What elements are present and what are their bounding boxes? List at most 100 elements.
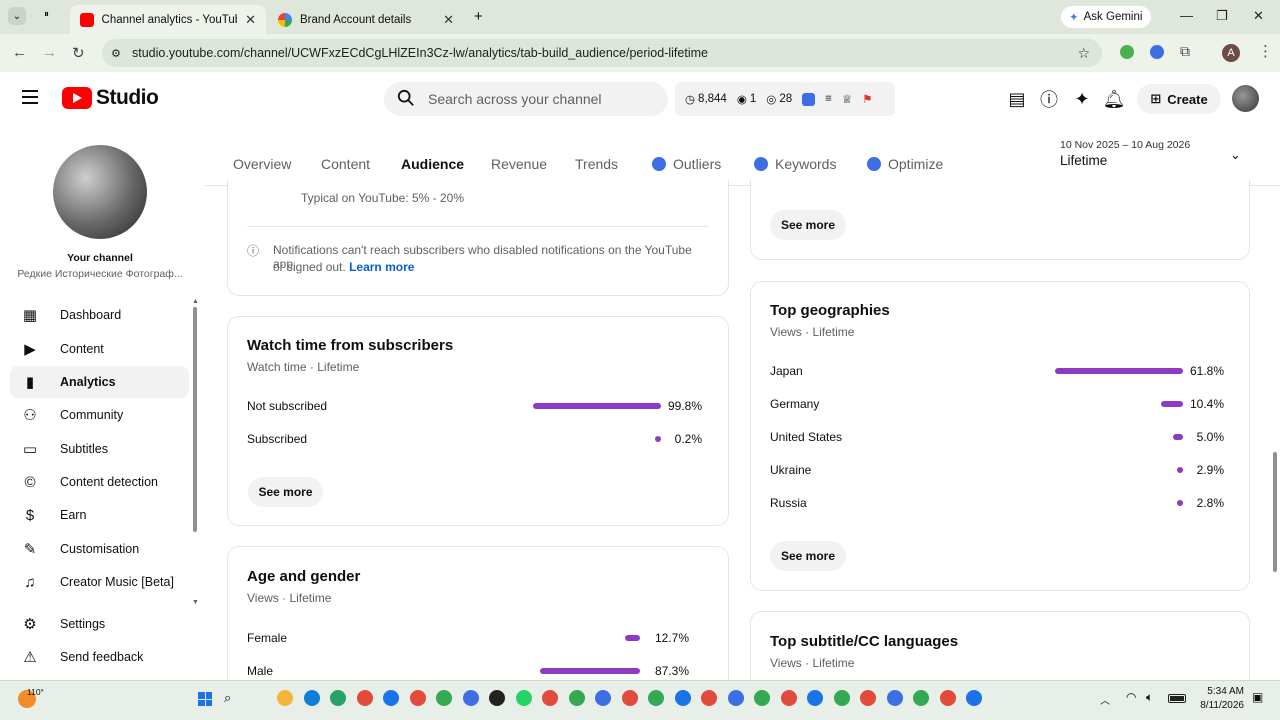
tab-audience[interactable]: Audience (401, 156, 464, 172)
close-tab-icon[interactable]: ✕ (443, 12, 454, 28)
browser-menu-icon[interactable]: ⋮ (1258, 42, 1273, 60)
sidebar-item-creator-music[interactable]: ♫ Creator Music [Beta] (10, 566, 189, 598)
tab-channel-analytics[interactable]: Channel analytics - YouTube Stu ✕ (70, 5, 266, 34)
extensions-puzzle-icon[interactable]: ⧉ (1180, 43, 1190, 60)
taskbar-app-icon[interactable] (409, 690, 426, 706)
maximize-icon[interactable]: ❐ (1216, 8, 1228, 24)
list-icon[interactable]: ≡ (825, 93, 832, 105)
taskbar-app-icon[interactable] (489, 690, 505, 706)
taskbar-app-icon[interactable] (330, 690, 346, 706)
taskbar-app-icon[interactable] (674, 690, 691, 706)
taskbar-app-icon[interactable] (780, 690, 797, 706)
clock-time[interactable]: 5:34 AM (1196, 686, 1244, 697)
reload-icon[interactable]: ↻ (72, 44, 85, 62)
see-more-button[interactable]: See more (770, 210, 846, 240)
close-tab-icon[interactable]: ✕ (245, 12, 256, 28)
tab-brand-account[interactable]: Brand Account details ✕ (268, 5, 464, 34)
taskbar-app-icon[interactable] (939, 690, 956, 706)
taskbar-app-icon[interactable] (621, 690, 638, 706)
pause-icon[interactable]: ⏸ (44, 9, 49, 20)
tab-revenue[interactable]: Revenue (491, 156, 547, 172)
address-bar[interactable]: ⚙ studio.youtube.com/channel/UCWFxzECdCg… (102, 39, 1102, 67)
taskbar-app-icon[interactable] (303, 690, 320, 706)
sidebar-item-community[interactable]: ⚇ Community (10, 399, 189, 431)
tab-list-button[interactable]: ⌄ (8, 7, 26, 25)
sidebar-item-settings[interactable]: ⚙ Settings (10, 608, 189, 640)
sidebar-item-earn[interactable]: $ Earn (10, 499, 189, 531)
sidebar-item-content[interactable]: ▶ Content (10, 333, 189, 365)
account-avatar[interactable] (1232, 85, 1259, 112)
studio-logo[interactable]: Studio (62, 86, 159, 110)
tab-content[interactable]: Content (321, 156, 370, 172)
sidebar-item-dashboard[interactable]: ▦ Dashboard (10, 299, 189, 331)
search-input[interactable]: Search across your channel (384, 82, 668, 116)
sidebar-scrollbar[interactable] (193, 307, 197, 532)
taskbar-app-icon[interactable] (356, 690, 373, 706)
taskbar-app-icon[interactable] (833, 690, 850, 706)
tab-outliers[interactable]: Outliers (652, 156, 721, 172)
extension-globe-icon[interactable] (1120, 45, 1134, 59)
tab-overview[interactable]: Overview (233, 156, 291, 172)
see-more-button[interactable]: See more (770, 541, 846, 571)
taskbar-app-icon[interactable] (383, 690, 399, 706)
taskbar-app-icon[interactable] (966, 690, 982, 706)
sidebar-item-subtitles[interactable]: ▭ Subtitles (10, 433, 189, 465)
scroll-down-icon[interactable]: ▼ (192, 599, 199, 606)
close-window-icon[interactable]: ✕ (1253, 8, 1264, 24)
sidebar-item-send-feedback[interactable]: ⚠ Send feedback (10, 641, 189, 673)
channel-avatar[interactable] (53, 145, 147, 239)
minimize-icon[interactable]: — (1180, 8, 1193, 23)
taskbar-app-icon[interactable] (462, 690, 479, 706)
taskbar-app-icon[interactable] (568, 690, 585, 706)
extension-vidiq-icon[interactable] (1150, 45, 1164, 59)
taskbar-app-icon[interactable] (913, 690, 929, 706)
main-scrollbar[interactable] (1273, 452, 1277, 572)
wifi-icon[interactable]: ◠ (1126, 690, 1136, 704)
realtime-stats-widget[interactable]: ◷ 8,844 ◉ 1 ◎ 28 ≡ ♕ ⚑ (675, 82, 895, 116)
tray-chevron-icon[interactable]: ︿ (1100, 692, 1110, 707)
trophy-icon[interactable]: ♕ (842, 92, 852, 106)
learn-more-link[interactable]: Learn more (349, 260, 414, 274)
ask-gemini-button[interactable]: ✦ Ask Gemini (1061, 6, 1151, 28)
hamburger-menu-icon[interactable] (22, 90, 38, 104)
bookmark-star-icon[interactable]: ☆ (1077, 45, 1090, 62)
taskbar-app-icon[interactable] (595, 690, 611, 706)
sidebar-item-customisation[interactable]: ✎ Customisation (10, 533, 189, 565)
sidebar-item-analytics[interactable]: ▮ Analytics (10, 366, 189, 398)
alert-bell-icon[interactable]: ⚑ (862, 92, 872, 106)
create-button[interactable]: ⊞ Create (1137, 84, 1221, 114)
help-icon[interactable]: ⓘ (1038, 88, 1060, 110)
period-selector[interactable] (1058, 137, 1248, 173)
taskbar-app-icon[interactable] (886, 690, 903, 706)
windows-start-icon[interactable] (198, 692, 212, 706)
taskbar-app-icon[interactable] (754, 690, 770, 706)
taskbar-app-icon[interactable] (727, 690, 744, 706)
new-tab-icon[interactable]: + (474, 8, 483, 25)
profile-avatar[interactable]: A (1222, 44, 1240, 62)
taskbar-app-icon[interactable] (648, 690, 664, 706)
feedback-chat-icon[interactable]: ▤ (1006, 88, 1028, 110)
vidiq-icon[interactable] (802, 92, 816, 106)
site-info-icon[interactable]: ⚙ (111, 47, 121, 60)
tab-optimize[interactable]: Optimize (867, 156, 943, 172)
clock-date[interactable]: 8/11/2026 (1190, 700, 1244, 711)
sparkle-icon[interactable]: ✦ (1071, 88, 1093, 110)
notification-center-icon[interactable]: ▣ (1252, 690, 1263, 704)
tab-keywords[interactable]: Keywords (754, 156, 836, 172)
taskbar-app-icon[interactable] (515, 690, 532, 706)
volume-icon[interactable]: 🔈︎ (1146, 690, 1153, 705)
scroll-up-icon[interactable]: ▲ (192, 298, 199, 305)
taskbar-app-icon[interactable] (436, 690, 452, 706)
notifications-bell-icon[interactable]: 🔔︎ (1103, 88, 1126, 110)
tab-trends[interactable]: Trends (575, 156, 618, 172)
see-more-button[interactable]: See more (248, 477, 323, 507)
taskbar-app-icon[interactable] (807, 690, 823, 706)
back-icon[interactable]: ← (12, 44, 27, 61)
taskbar-search-icon[interactable]: ⌕ (224, 690, 231, 706)
taskbar-app-icon[interactable] (277, 690, 293, 706)
taskbar-app-icon[interactable] (701, 690, 717, 706)
taskbar-app-icon[interactable] (542, 690, 558, 706)
battery-icon[interactable] (1168, 694, 1186, 703)
sidebar-item-content-detection[interactable]: © Content detection (10, 466, 189, 498)
forward-icon[interactable]: → (42, 44, 57, 61)
